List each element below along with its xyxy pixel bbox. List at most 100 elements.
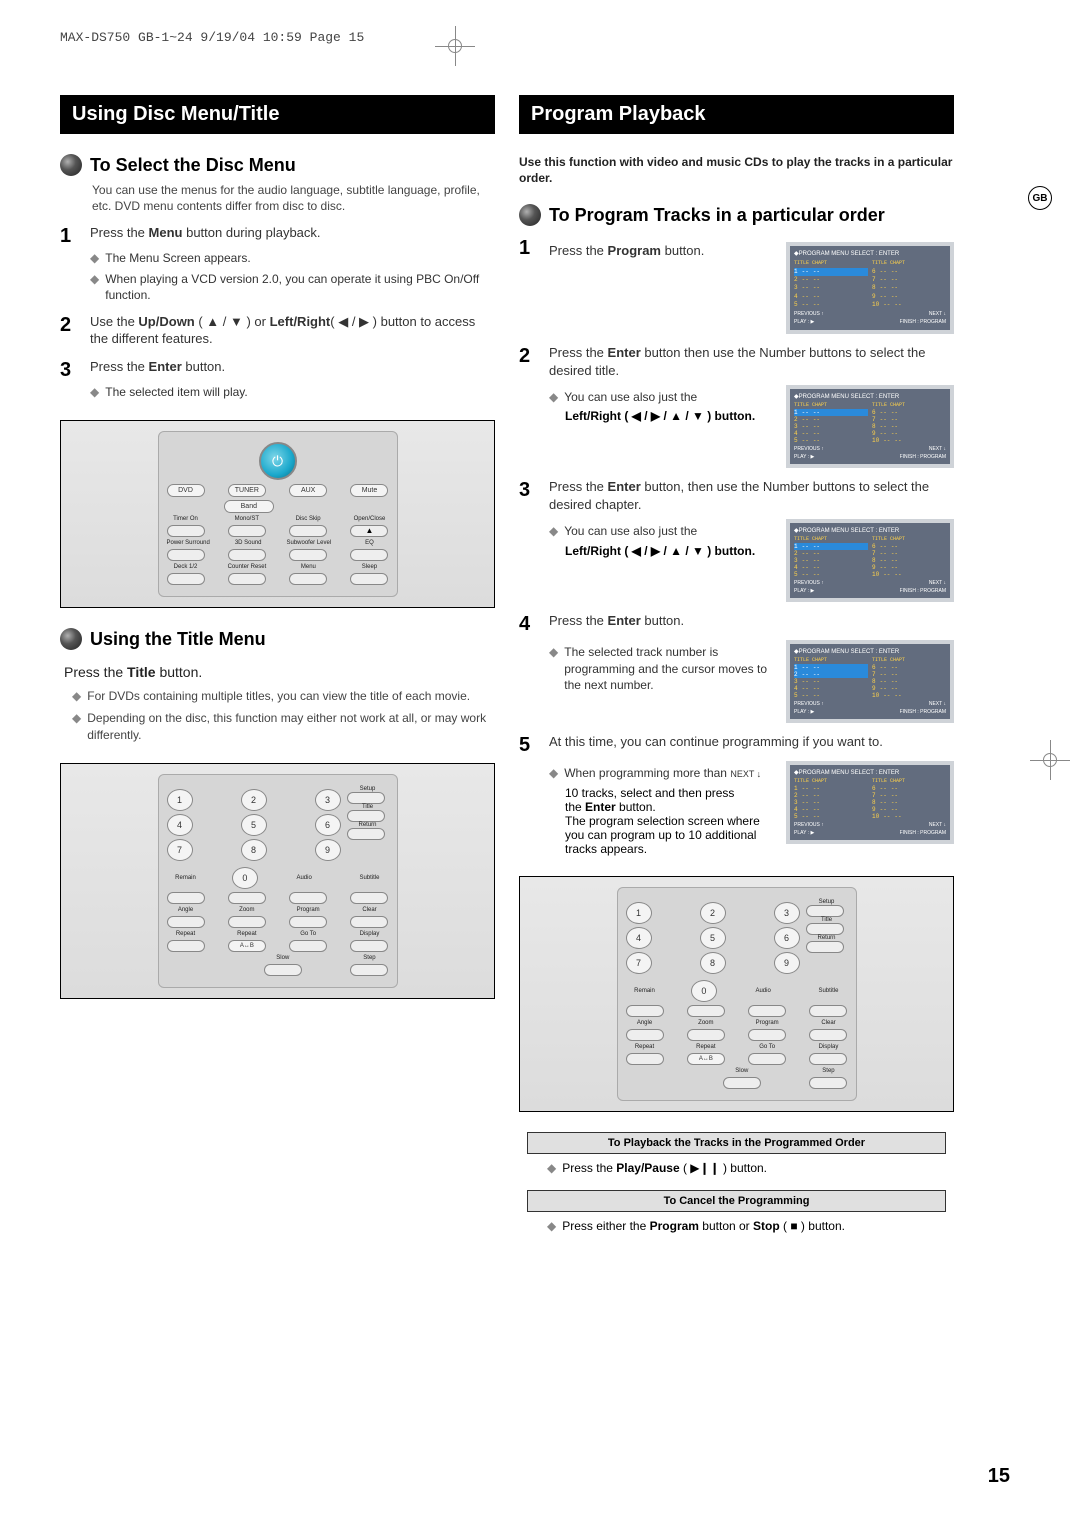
t: button. bbox=[661, 243, 704, 258]
t: ( ▶❙❙ ) button. bbox=[680, 1161, 767, 1175]
step-num: 2 bbox=[519, 344, 539, 366]
t: Play/Pause bbox=[616, 1161, 679, 1175]
t: The selected track number is programming… bbox=[564, 644, 778, 693]
t: Left/Right bbox=[270, 314, 331, 329]
sub-bullet: ◆The selected item will play. bbox=[90, 384, 495, 400]
step-num: 3 bbox=[519, 478, 539, 500]
t: Depending on the disc, this function may… bbox=[87, 710, 495, 742]
lbl: Disc Skip bbox=[289, 516, 327, 522]
t: NEXT ↓ bbox=[730, 769, 761, 779]
osd-panel: ◆PROGRAM MENU SELECT : ENTERTITLE CHAPT1… bbox=[786, 242, 954, 334]
press-line: ◆ Press the Play/Pause ( ▶❙❙ ) button. bbox=[547, 1160, 954, 1176]
btn: 1 bbox=[626, 902, 652, 924]
btn: 9 bbox=[315, 839, 341, 861]
t: button during playback. bbox=[182, 225, 320, 240]
remote-illustration-3: 123 456 789 Setup Title Return Remain 0 bbox=[519, 876, 954, 1112]
step-body: Press the Enter button, then use the Num… bbox=[549, 478, 954, 513]
t: Press the bbox=[562, 1161, 616, 1175]
step-body: Press the Enter button. bbox=[549, 612, 954, 630]
lbl: Remain bbox=[626, 988, 664, 994]
t: Left/Right ( ◀ / ▶ / ▲ / ▼ ) button. bbox=[565, 409, 778, 423]
intro-text: You can use the menus for the audio lang… bbox=[92, 182, 491, 214]
lbl: Display bbox=[809, 1044, 847, 1050]
t: button. bbox=[182, 359, 225, 374]
lbl: Slow bbox=[264, 955, 302, 961]
step-num: 2 bbox=[60, 313, 80, 335]
lbl: EQ bbox=[351, 540, 389, 546]
t: Program bbox=[608, 243, 661, 258]
lbl: Program bbox=[289, 907, 327, 913]
t: Press the bbox=[549, 243, 608, 258]
step-2r: 2 Press the Enter button then use the Nu… bbox=[519, 344, 954, 379]
lbl: Program bbox=[748, 1020, 786, 1026]
t: button or bbox=[699, 1219, 753, 1233]
remote-illustration-1: ⏻ DVD TUNER AUX Mute Band Timer On Mono/… bbox=[60, 420, 495, 608]
t: Enter bbox=[585, 800, 616, 814]
lbl: Repeat bbox=[687, 1044, 725, 1050]
sub: ◆When programming more than NEXT ↓ bbox=[549, 765, 778, 781]
lbl: Repeat bbox=[626, 1044, 664, 1050]
btn: 0 bbox=[691, 980, 717, 1002]
btn: 7 bbox=[626, 952, 652, 974]
lbl: Title bbox=[347, 804, 389, 810]
lbl: Audio bbox=[285, 875, 323, 881]
osd-panel: ◆PROGRAM MENU SELECT : ENTERTITLE CHAPT1… bbox=[786, 640, 954, 723]
t: Stop bbox=[753, 1219, 780, 1233]
lbl: Counter Reset bbox=[228, 564, 267, 570]
note: ◆Depending on the disc, this function ma… bbox=[72, 710, 495, 742]
osd-panel: ◆PROGRAM MENU SELECT : ENTERTITLE CHAPT1… bbox=[786, 519, 954, 602]
lbl: Setup bbox=[347, 786, 389, 792]
t: Press the bbox=[64, 664, 127, 680]
subsection-title: To Select the Disc Menu bbox=[90, 155, 296, 176]
remote-illustration-2: 123 456 789 Setup Title Return Remain 0 bbox=[60, 763, 495, 999]
step-1: 1 Press the Menu button during playback. bbox=[60, 224, 495, 246]
lbl: Display bbox=[350, 931, 388, 937]
btn: 2 bbox=[700, 902, 726, 924]
crop-mark-top bbox=[435, 26, 475, 66]
lbl: Subtitle bbox=[350, 875, 388, 881]
subsection-title-menu: Using the Title Menu bbox=[60, 628, 495, 650]
step-body: Press the Enter button. bbox=[90, 358, 495, 376]
btn: 6 bbox=[774, 927, 800, 949]
t: ( ▲ / ▼ ) or bbox=[195, 314, 270, 329]
step-body: Use the Up/Down ( ▲ / ▼ ) or Left/Right(… bbox=[90, 313, 495, 348]
crop-mark-right bbox=[1030, 740, 1070, 780]
t: Press the bbox=[90, 225, 149, 240]
subbox-cancel: To Cancel the Programming bbox=[527, 1190, 946, 1212]
osd-panel: ◆PROGRAM MENU SELECT : ENTERTITLE CHAPT1… bbox=[786, 385, 954, 468]
lbl: Audio bbox=[744, 988, 782, 994]
btn: DVD bbox=[167, 484, 205, 497]
t: Press the bbox=[90, 359, 149, 374]
btn: 7 bbox=[167, 839, 193, 861]
doc-header: MAX-DS750 GB-1~24 9/19/04 10:59 Page 15 bbox=[60, 30, 1020, 45]
step-body: At this time, you can continue programmi… bbox=[549, 733, 954, 751]
btn: 9 bbox=[774, 952, 800, 974]
step-num: 1 bbox=[519, 236, 539, 258]
bullet-icon bbox=[60, 154, 82, 176]
lbl: Clear bbox=[809, 1020, 847, 1026]
step-body: Press the Menu button during playback. bbox=[90, 224, 495, 242]
t: Enter bbox=[608, 613, 641, 628]
t: Left/Right ( ◀ / ▶ / ▲ / ▼ ) button. bbox=[565, 544, 778, 558]
t: Title bbox=[127, 664, 156, 680]
sub: ◆You can use also just the bbox=[549, 523, 778, 539]
intro-right: Use this function with video and music C… bbox=[519, 154, 954, 186]
subsection-title: To Program Tracks in a particular order bbox=[549, 205, 885, 226]
lbl: Angle bbox=[167, 907, 205, 913]
sub-bullet: ◆The Menu Screen appears. bbox=[90, 250, 495, 266]
lbl: Setup bbox=[806, 899, 848, 905]
lbl: Return bbox=[347, 822, 389, 828]
lbl: Power Surround bbox=[167, 540, 210, 546]
step-5r: 5 At this time, you can continue program… bbox=[519, 733, 954, 755]
sub: ◆The selected track number is programmin… bbox=[549, 644, 778, 693]
t: The selected item will play. bbox=[105, 384, 248, 400]
lbl: Timer On bbox=[167, 516, 205, 522]
lbl: Step bbox=[350, 955, 388, 961]
t: Enter bbox=[608, 345, 641, 360]
t: Use the bbox=[90, 314, 138, 329]
step-1r: 1 Press the Program button. ◆PROGRAM MEN… bbox=[519, 236, 954, 334]
btn: 4 bbox=[626, 927, 652, 949]
lbl: Subwoofer Level bbox=[286, 540, 331, 546]
osd-panel: ◆PROGRAM MENU SELECT : ENTERTITLE CHAPT1… bbox=[786, 761, 954, 844]
btn: 5 bbox=[700, 927, 726, 949]
